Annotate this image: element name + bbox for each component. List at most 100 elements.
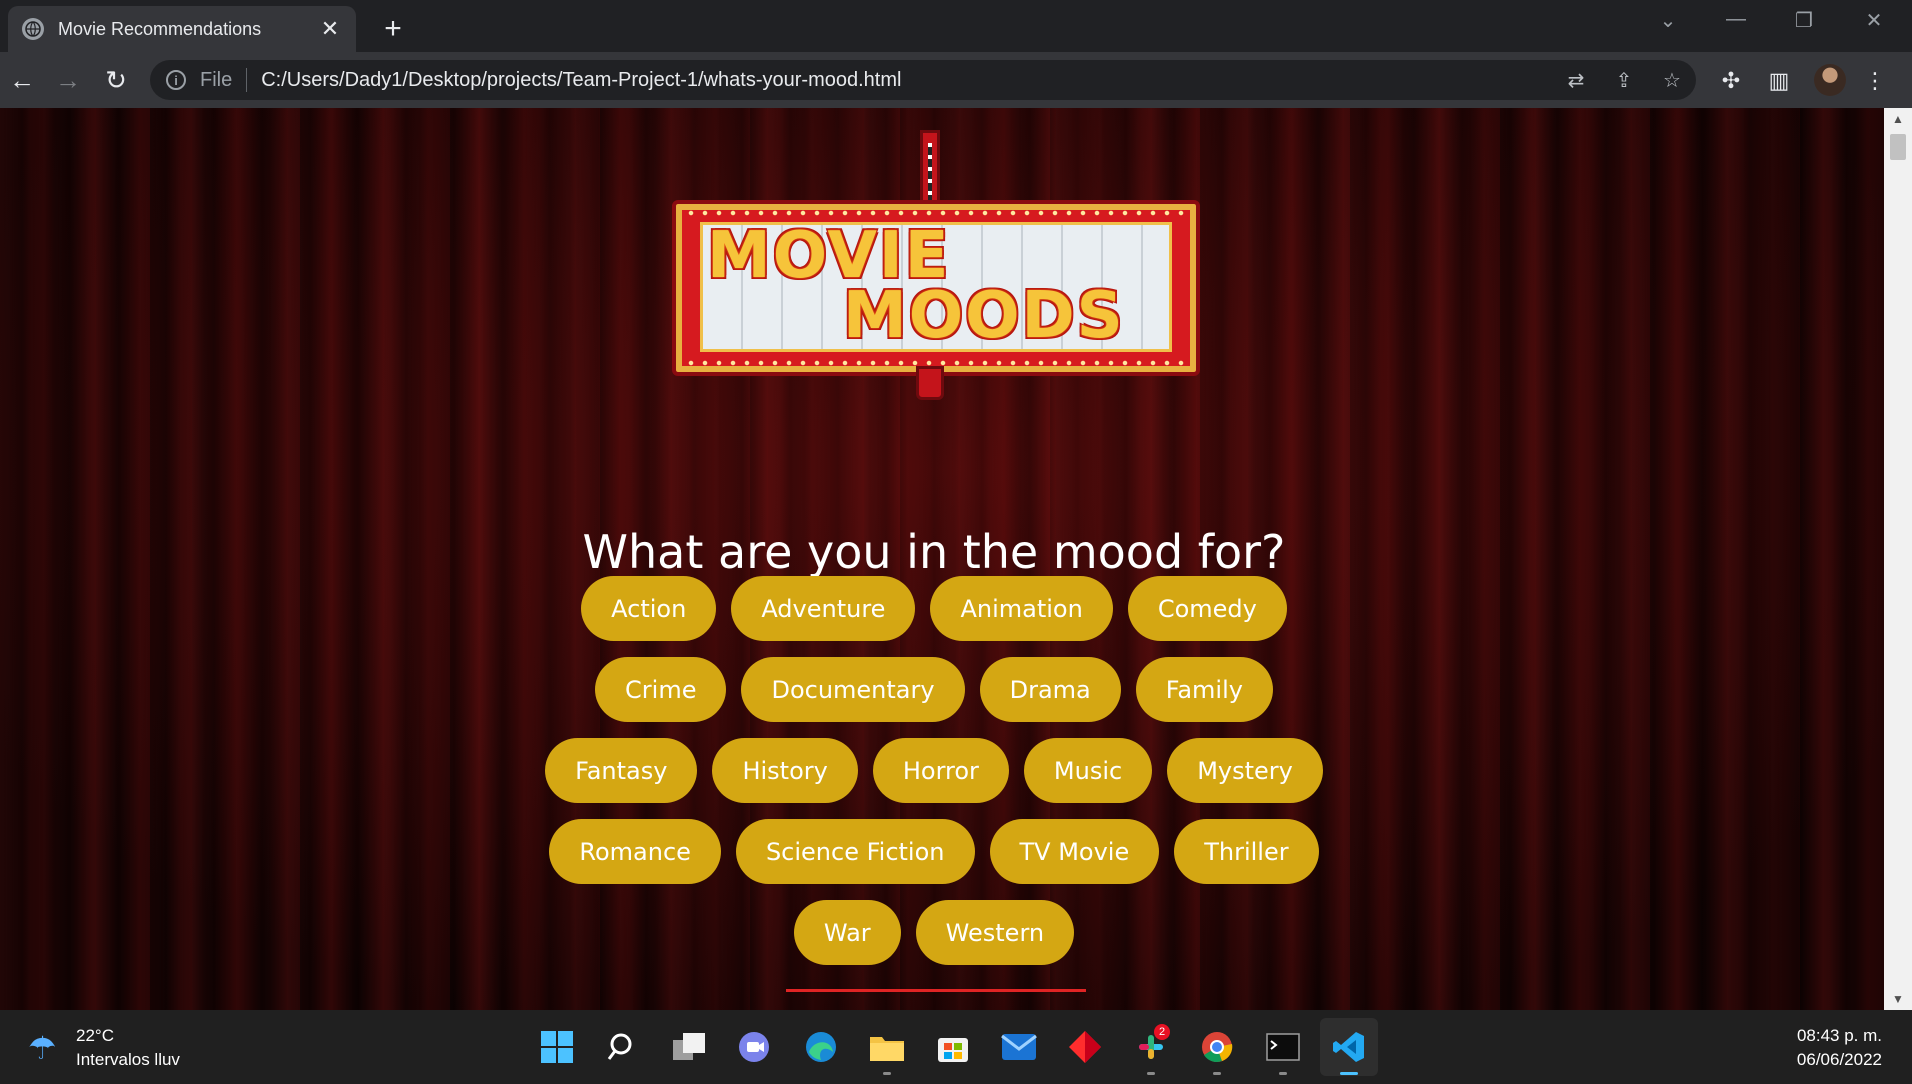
genre-button-romance[interactable]: Romance	[549, 819, 721, 884]
edge-button[interactable]	[792, 1018, 850, 1076]
globe-icon	[22, 18, 44, 40]
chrome-icon	[1202, 1032, 1233, 1062]
window-close-icon[interactable]: ✕	[1854, 8, 1894, 33]
start-button[interactable]	[528, 1018, 586, 1076]
genre-button-comedy[interactable]: Comedy	[1127, 576, 1287, 641]
page-content: MOVIE MOODS What are you in the mood for…	[0, 108, 1884, 1010]
genre-button-adventure[interactable]: Adventure	[731, 576, 916, 641]
weather-widget[interactable]: ☂ 22°C Intervalos lluv	[28, 1024, 180, 1072]
tab-strip: Movie Recommendations ✕ + ⌄ — ❐ ✕	[0, 0, 1912, 52]
genre-button-drama[interactable]: Drama	[979, 657, 1121, 722]
scroll-up-arrow-icon[interactable]: ▲	[1884, 108, 1912, 130]
genre-button-action[interactable]: Action	[581, 576, 717, 641]
genre-button-thriller[interactable]: Thriller	[1174, 819, 1319, 884]
teams-chat-button[interactable]	[726, 1018, 784, 1076]
forward-arrow-icon[interactable]: →	[52, 64, 84, 96]
logo-word-moods: MOODS	[843, 279, 1125, 353]
address-separator	[246, 68, 248, 92]
logo-lights-top	[684, 210, 1188, 216]
translate-icon[interactable]: ⇄	[1552, 68, 1600, 93]
scroll-thumb[interactable]	[1890, 134, 1906, 160]
browser-toolbar: ← → ↻ i File C:/Users/Dady1/Desktop/proj…	[0, 52, 1912, 108]
logo-panel: MOVIE MOODS	[700, 219, 1172, 353]
diamond-app-icon	[1069, 1031, 1101, 1063]
genre-button-war[interactable]: War	[793, 900, 901, 965]
search-icon	[607, 1033, 632, 1060]
side-panel-icon[interactable]: ▥	[1764, 66, 1794, 96]
vscode-button[interactable]	[1320, 1018, 1378, 1076]
file-explorer-button[interactable]	[858, 1018, 916, 1076]
reload-icon[interactable]: ↻	[100, 64, 132, 96]
section-divider	[786, 989, 1086, 992]
running-indicator	[883, 1072, 891, 1075]
tab-movie-recommendations[interactable]: Movie Recommendations ✕	[8, 6, 356, 52]
task-view-icon	[673, 1033, 705, 1060]
restore-icon[interactable]: ❐	[1784, 8, 1824, 33]
genre-button-fantasy[interactable]: Fantasy	[545, 738, 698, 803]
scroll-down-arrow-icon[interactable]: ▼	[1884, 988, 1912, 1010]
running-indicator	[1279, 1072, 1287, 1075]
vscode-icon	[1333, 1032, 1364, 1062]
genre-row: Fantasy History Horror Music Mystery	[0, 738, 1868, 803]
share-icon[interactable]: ⇪	[1600, 68, 1648, 93]
red-diamond-app-button[interactable]	[1056, 1018, 1114, 1076]
page-heading: What are you in the mood for?	[582, 524, 1286, 579]
genre-button-animation[interactable]: Animation	[930, 576, 1113, 641]
genre-button-science-fiction[interactable]: Science Fiction	[735, 819, 975, 884]
extensions-icon[interactable]: ✣	[1716, 66, 1746, 96]
genre-row: Romance Science Fiction TV Movie Thriller	[0, 819, 1868, 884]
page-viewport: MOVIE MOODS What are you in the mood for…	[0, 108, 1884, 1010]
genre-button-horror[interactable]: Horror	[872, 738, 1009, 803]
terminal-icon	[1266, 1033, 1300, 1061]
weather-condition: Intervalos lluv	[76, 1050, 180, 1069]
genre-button-western[interactable]: Western	[915, 900, 1075, 965]
genre-button-crime[interactable]: Crime	[595, 657, 727, 722]
page-scrollbar[interactable]: ▲ ▼	[1884, 108, 1912, 1010]
notification-badge: 2	[1154, 1024, 1170, 1040]
logo-stem	[916, 366, 944, 400]
bookmark-star-icon[interactable]: ☆	[1648, 68, 1696, 93]
genre-button-tv-movie[interactable]: TV Movie	[989, 819, 1160, 884]
new-tab-button[interactable]: +	[376, 12, 410, 46]
slack-button[interactable]: 2	[1122, 1018, 1180, 1076]
windows-taskbar: ☂ 22°C Intervalos lluv 2 08:43 p. m. 06/…	[0, 1010, 1912, 1084]
tab-close-icon[interactable]: ✕	[316, 15, 344, 43]
terminal-button[interactable]	[1254, 1018, 1312, 1076]
genre-button-documentary[interactable]: Documentary	[741, 657, 965, 722]
taskbar-apps: 2	[528, 1018, 1378, 1076]
address-bar[interactable]: i File C:/Users/Dady1/Desktop/projects/T…	[150, 60, 1696, 100]
mail-button[interactable]	[990, 1018, 1048, 1076]
search-button[interactable]	[594, 1018, 652, 1076]
tab-title: Movie Recommendations	[58, 18, 262, 39]
folder-icon	[870, 1037, 904, 1061]
genre-button-family[interactable]: Family	[1135, 657, 1273, 722]
running-indicator	[1340, 1072, 1358, 1075]
minimize-icon[interactable]: —	[1716, 8, 1756, 31]
mail-envelope-icon	[1001, 1034, 1037, 1060]
profile-avatar[interactable]	[1814, 64, 1846, 96]
clock-time: 08:43 p. m.	[1796, 1026, 1882, 1045]
url-text[interactable]: C:/Users/Dady1/Desktop/projects/Team-Pro…	[261, 69, 1552, 92]
genre-button-mystery[interactable]: Mystery	[1167, 738, 1323, 803]
clock-date: 06/06/2022	[1796, 1050, 1882, 1069]
running-indicator	[1213, 1072, 1221, 1075]
info-icon[interactable]: i	[166, 70, 186, 90]
chrome-button[interactable]	[1188, 1018, 1246, 1076]
genre-button-music[interactable]: Music	[1023, 738, 1153, 803]
weather-temperature: 22°C	[76, 1026, 114, 1045]
microsoft-store-button[interactable]	[924, 1018, 982, 1076]
back-arrow-icon[interactable]: ←	[6, 64, 38, 96]
windows-logo-icon	[541, 1031, 573, 1063]
edge-browser-icon	[806, 1032, 836, 1062]
genre-row: Crime Documentary Drama Family	[0, 657, 1868, 722]
chat-camera-icon	[739, 1032, 769, 1062]
tab-search-icon[interactable]: ⌄	[1648, 8, 1688, 33]
logo-sign: MOVIE MOODS	[672, 200, 1200, 376]
movie-moods-logo: MOVIE MOODS	[652, 130, 1212, 420]
system-clock[interactable]: 08:43 p. m. 06/06/2022	[1797, 1024, 1882, 1072]
task-view-button[interactable]	[660, 1018, 718, 1076]
rain-umbrella-icon: ☂	[28, 1030, 57, 1066]
running-indicator	[1147, 1072, 1155, 1075]
genre-button-history[interactable]: History	[712, 738, 858, 803]
menu-kebab-icon[interactable]: ⋮	[1860, 66, 1890, 96]
